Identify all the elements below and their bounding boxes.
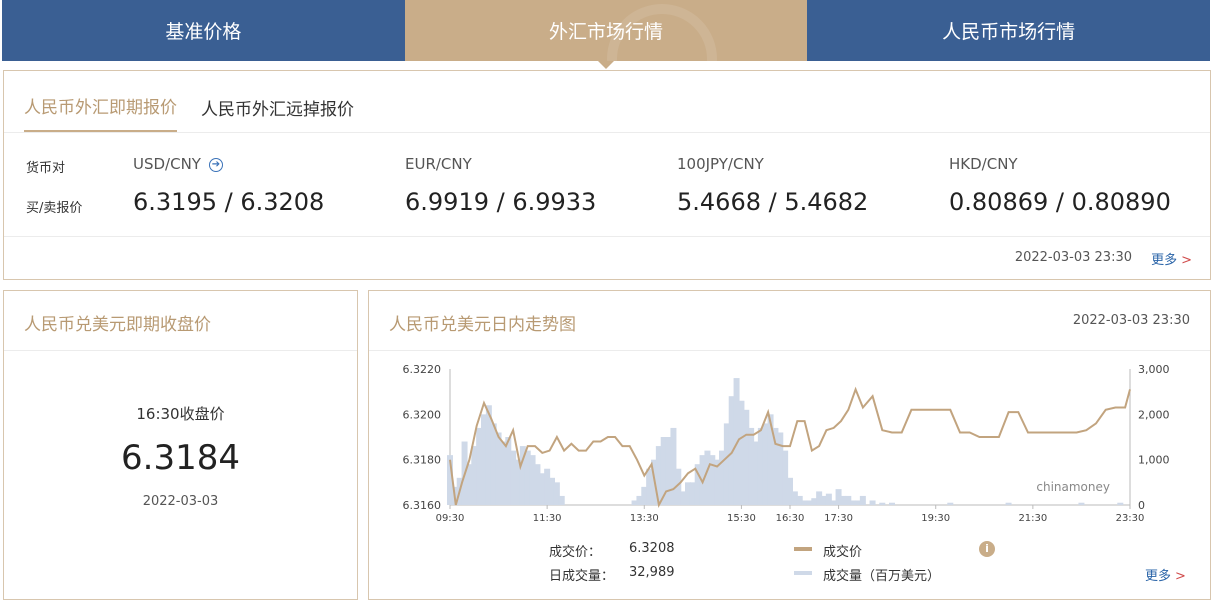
volume-bar [558,495,565,505]
close-value: 6.3184 [121,438,240,478]
volume-bar [1117,502,1124,505]
volume-label: 日成交量： [549,569,615,584]
legend-volume-swatch [794,571,812,575]
legend-volume-label: 成交量（百万美元） [823,569,941,584]
x-tick-label: 13:30 [630,513,659,524]
intraday-chart-panel: 人民币兑美元日内走势图 2022-03-03 23:30 6.3220 6.320… [368,290,1211,600]
y-right-tick-label: 3,000 [1138,363,1170,376]
tab-label: 基准价格 [165,21,242,43]
price-eurcny: 6.9919 / 6.9933 [405,188,597,216]
y-left-tick-label: 6.3160 [403,499,442,512]
x-tick-label: 21:30 [1018,513,1047,524]
tab-rmb-market[interactable]: 人民币市场行情 [807,0,1211,61]
quote-table: 货币对 买/卖报价 USD/CNY ➔ EUR/CNY 100JPY/CNY HK… [4,133,1210,237]
pair-eurcny: EUR/CNY [405,155,472,173]
close-body: 16:30收盘价 6.3184 2022-03-03 [4,403,357,509]
quote-footer: 2022-03-03 23:30 更多 > [4,237,1210,279]
x-tick-label: 19:30 [921,513,950,524]
tab-label: 人民币市场行情 [942,21,1076,43]
chevron-right-icon: > [1175,569,1186,584]
more-label: 更多 [1151,253,1178,268]
y-left-tick-label: 6.3180 [403,454,442,467]
volume-value: 32,989 [629,565,675,580]
price-hkdcny: 0.80869 / 0.80890 [949,188,1171,216]
pair-jpycny: 100JPY/CNY [677,155,764,173]
deal-price-value: 6.3208 [629,541,675,556]
y-left-tick-label: 6.3200 [403,408,442,421]
y-right-tick-label: 2,000 [1138,408,1170,421]
volume-bar [869,500,876,505]
pair-hkdcny: HKD/CNY [949,155,1018,173]
chart-timestamp: 2022-03-03 23:30 [1072,313,1190,328]
price-row-label: 买/卖报价 [26,201,83,216]
price-jpycny: 5.4668 / 5.4682 [677,188,869,216]
intraday-chart: 6.3220 6.3200 6.3180 6.3160 3,000 2,000 1,000 0… [403,363,1170,524]
tab-benchmark-price[interactable]: 基准价格 [2,0,405,61]
top-tab-bar: 基准价格 外汇市场行情 人民币市场行情 [2,0,1211,114]
x-tick-label: 11:30 [533,513,562,524]
quote-more-link[interactable]: 更多 > [1151,249,1192,268]
close-panel-title: 人民币兑美元即期收盘价 [4,291,357,351]
chart-watermark: chinamoney [1036,480,1110,494]
info-icon[interactable]: i [979,541,995,557]
volume-bar [889,502,895,505]
tab-forward-swap-quote[interactable]: 人民币外汇远掉报价 [201,95,354,132]
deal-price-label: 成交价： [549,545,602,560]
volume-bar [859,495,866,505]
chart-more-link[interactable]: 更多 > [1145,565,1186,584]
chart-title: 人民币兑美元日内走势图 [389,315,576,335]
x-tick-label: 23:30 [1116,513,1145,524]
volume-bar [947,502,954,505]
more-label: 更多 [1145,569,1172,584]
volume-bar [1078,502,1085,505]
volume-bar [879,502,886,505]
y-right-tick-label: 1,000 [1138,454,1170,467]
y-left-tick-label: 6.3220 [403,363,442,376]
close-price-panel: 人民币兑美元即期收盘价 16:30收盘价 6.3184 2022-03-03 [3,290,358,600]
x-tick-label: 09:30 [436,513,465,524]
x-tick-label: 17:30 [824,513,853,524]
legend-price-swatch [794,547,812,551]
pair-name: USD/CNY [133,155,201,173]
pair-usdcny: USD/CNY ➔ [133,155,223,173]
chart-legend: 成交价： 6.3208 日成交量： 32,989 成交价 成交量（百万美元） i… [369,531,1210,591]
tab-fx-market[interactable]: 外汇市场行情 [404,0,808,114]
quote-subtabs: 人民币外汇即期报价 人民币外汇远掉报价 [4,71,1210,133]
close-date: 2022-03-03 [142,494,219,509]
close-label: 16:30收盘价 [136,405,225,423]
arrow-right-circle-icon[interactable]: ➔ [208,157,223,172]
pair-row-label: 货币对 [26,161,66,176]
tab-spot-quote[interactable]: 人民币外汇即期报价 [24,93,177,132]
spot-quote-panel: 人民币外汇即期报价 人民币外汇远掉报价 货币对 买/卖报价 USD/CNY ➔ E… [3,70,1211,280]
y-right-tick-label: 0 [1138,499,1145,512]
price-usdcny: 6.3195 / 6.3208 [133,188,325,216]
x-tick-label: 16:30 [776,513,805,524]
x-tick-label: 15:30 [727,513,756,524]
legend-price-label: 成交价 [823,545,863,560]
volume-bar [1005,502,1012,505]
chevron-right-icon: > [1181,253,1192,268]
quote-timestamp: 2022-03-03 23:30 [1014,250,1132,265]
chart-panel-title: 人民币兑美元日内走势图 2022-03-03 23:30 [369,291,1210,351]
